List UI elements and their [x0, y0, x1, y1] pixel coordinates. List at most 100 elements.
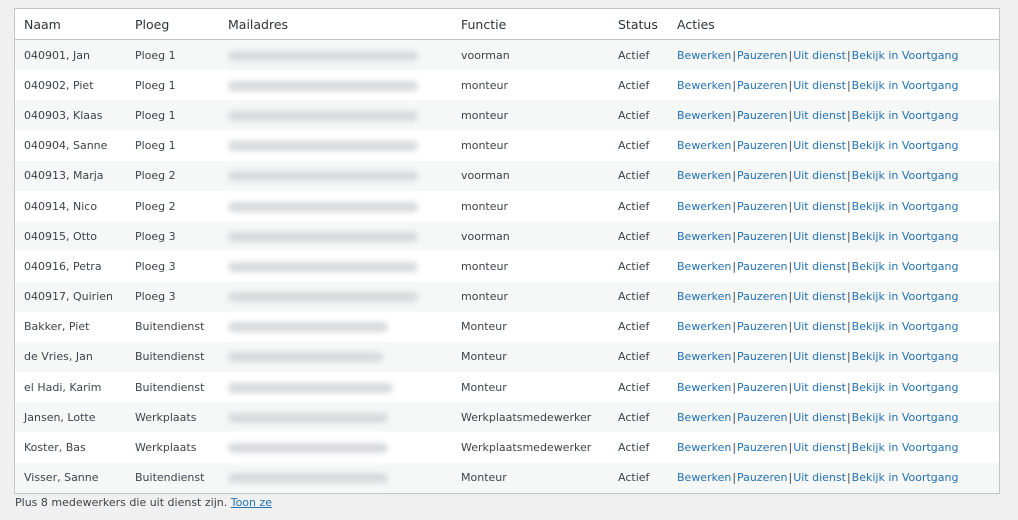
table-row: 040913, Marja Ploeg 2 voorman Actief Bewerke… [15, 160, 999, 191]
edit-link[interactable]: Bewerken [677, 320, 731, 333]
edit-link[interactable]: Bewerken [677, 471, 731, 484]
view-progress-link[interactable]: Bekijk in Voortgang [852, 260, 959, 273]
edit-link[interactable]: Bewerken [677, 139, 731, 152]
retire-link[interactable]: Uit dienst [793, 441, 846, 454]
edit-link[interactable]: Bewerken [677, 350, 731, 363]
edit-link[interactable]: Bewerken [677, 109, 731, 122]
edit-link[interactable]: Bewerken [677, 79, 731, 92]
view-progress-link[interactable]: Bekijk in Voortgang [852, 109, 959, 122]
view-progress-link[interactable]: Bekijk in Voortgang [852, 49, 959, 62]
view-progress-link[interactable]: Bekijk in Voortgang [852, 169, 959, 182]
pause-link[interactable]: Pauzeren [737, 381, 787, 394]
redacted-email [228, 292, 418, 303]
edit-link[interactable]: Bewerken [677, 290, 731, 303]
edit-link[interactable]: Bewerken [677, 230, 731, 243]
cell-acties: Bewerken|Pauzeren|Uit dienst|Bekijk in V… [668, 311, 999, 342]
pause-link[interactable]: Pauzeren [737, 441, 787, 454]
pause-link[interactable]: Pauzeren [737, 260, 787, 273]
cell-acties: Bewerken|Pauzeren|Uit dienst|Bekijk in V… [668, 160, 999, 191]
table-row: Koster, Bas Werkplaats Werkplaatsmedewerke… [15, 432, 999, 463]
cell-functie: Monteur [452, 311, 609, 342]
retire-link[interactable]: Uit dienst [793, 471, 846, 484]
cell-acties: Bewerken|Pauzeren|Uit dienst|Bekijk in V… [668, 100, 999, 131]
cell-ploeg: Buitendienst [126, 372, 219, 403]
retire-link[interactable]: Uit dienst [793, 320, 846, 333]
retire-link[interactable]: Uit dienst [793, 230, 846, 243]
footer-text: Plus 8 medewerkers die uit dienst zijn. [15, 496, 228, 509]
footer-note: Plus 8 medewerkers die uit dienst zijn. … [15, 496, 272, 509]
cell-ploeg: Ploeg 1 [126, 100, 219, 131]
retire-link[interactable]: Uit dienst [793, 139, 846, 152]
column-header-ploeg: Ploeg [126, 9, 219, 40]
view-progress-link[interactable]: Bekijk in Voortgang [852, 441, 959, 454]
redacted-email [228, 261, 418, 272]
cell-ploeg: Buitendienst [126, 311, 219, 342]
cell-functie: Monteur [452, 372, 609, 403]
cell-naam: 040913, Marja [15, 160, 126, 191]
cell-mailadres [219, 402, 452, 433]
pause-link[interactable]: Pauzeren [737, 230, 787, 243]
cell-status: Actief [609, 462, 668, 493]
edit-link[interactable]: Bewerken [677, 441, 731, 454]
retire-link[interactable]: Uit dienst [793, 290, 846, 303]
retire-link[interactable]: Uit dienst [793, 411, 846, 424]
view-progress-link[interactable]: Bekijk in Voortgang [852, 381, 959, 394]
cell-naam: 040917, Quirien [15, 281, 126, 312]
column-header-functie: Functie [452, 9, 609, 40]
cell-functie: Werkplaatsmedewerker [452, 402, 609, 433]
retire-link[interactable]: Uit dienst [793, 49, 846, 62]
pause-link[interactable]: Pauzeren [737, 79, 787, 92]
view-progress-link[interactable]: Bekijk in Voortgang [852, 350, 959, 363]
cell-status: Actief [609, 281, 668, 312]
cell-mailadres [219, 160, 452, 191]
edit-link[interactable]: Bewerken [677, 49, 731, 62]
view-progress-link[interactable]: Bekijk in Voortgang [852, 230, 959, 243]
redacted-email [228, 352, 383, 363]
pause-link[interactable]: Pauzeren [737, 290, 787, 303]
cell-functie: monteur [452, 251, 609, 282]
cell-naam: 040904, Sanne [15, 130, 126, 161]
redacted-email [228, 171, 418, 182]
pause-link[interactable]: Pauzeren [737, 109, 787, 122]
view-progress-link[interactable]: Bekijk in Voortgang [852, 139, 959, 152]
retire-link[interactable]: Uit dienst [793, 109, 846, 122]
cell-status: Actief [609, 372, 668, 403]
retire-link[interactable]: Uit dienst [793, 169, 846, 182]
edit-link[interactable]: Bewerken [677, 200, 731, 213]
cell-acties: Bewerken|Pauzeren|Uit dienst|Bekijk in V… [668, 221, 999, 252]
retire-link[interactable]: Uit dienst [793, 381, 846, 394]
view-progress-link[interactable]: Bekijk in Voortgang [852, 471, 959, 484]
view-progress-link[interactable]: Bekijk in Voortgang [852, 290, 959, 303]
pause-link[interactable]: Pauzeren [737, 139, 787, 152]
retire-link[interactable]: Uit dienst [793, 200, 846, 213]
pause-link[interactable]: Pauzeren [737, 200, 787, 213]
edit-link[interactable]: Bewerken [677, 260, 731, 273]
cell-ploeg: Ploeg 3 [126, 281, 219, 312]
view-progress-link[interactable]: Bekijk in Voortgang [852, 320, 959, 333]
pause-link[interactable]: Pauzeren [737, 350, 787, 363]
pause-link[interactable]: Pauzeren [737, 49, 787, 62]
pause-link[interactable]: Pauzeren [737, 169, 787, 182]
cell-functie: Monteur [452, 341, 609, 373]
pause-link[interactable]: Pauzeren [737, 411, 787, 424]
cell-acties: Bewerken|Pauzeren|Uit dienst|Bekijk in V… [668, 402, 999, 433]
cell-ploeg: Ploeg 1 [126, 70, 219, 101]
show-retired-link[interactable]: Toon ze [231, 496, 272, 509]
edit-link[interactable]: Bewerken [677, 381, 731, 394]
view-progress-link[interactable]: Bekijk in Voortgang [852, 411, 959, 424]
cell-mailadres [219, 341, 452, 373]
edit-link[interactable]: Bewerken [677, 411, 731, 424]
retire-link[interactable]: Uit dienst [793, 79, 846, 92]
edit-link[interactable]: Bewerken [677, 169, 731, 182]
view-progress-link[interactable]: Bekijk in Voortgang [852, 200, 959, 213]
cell-status: Actief [609, 70, 668, 101]
cell-acties: Bewerken|Pauzeren|Uit dienst|Bekijk in V… [668, 372, 999, 403]
column-header-acties: Acties [668, 9, 999, 40]
cell-functie: voorman [452, 221, 609, 252]
redacted-email [228, 382, 393, 393]
pause-link[interactable]: Pauzeren [737, 471, 787, 484]
retire-link[interactable]: Uit dienst [793, 350, 846, 363]
view-progress-link[interactable]: Bekijk in Voortgang [852, 79, 959, 92]
retire-link[interactable]: Uit dienst [793, 260, 846, 273]
pause-link[interactable]: Pauzeren [737, 320, 787, 333]
